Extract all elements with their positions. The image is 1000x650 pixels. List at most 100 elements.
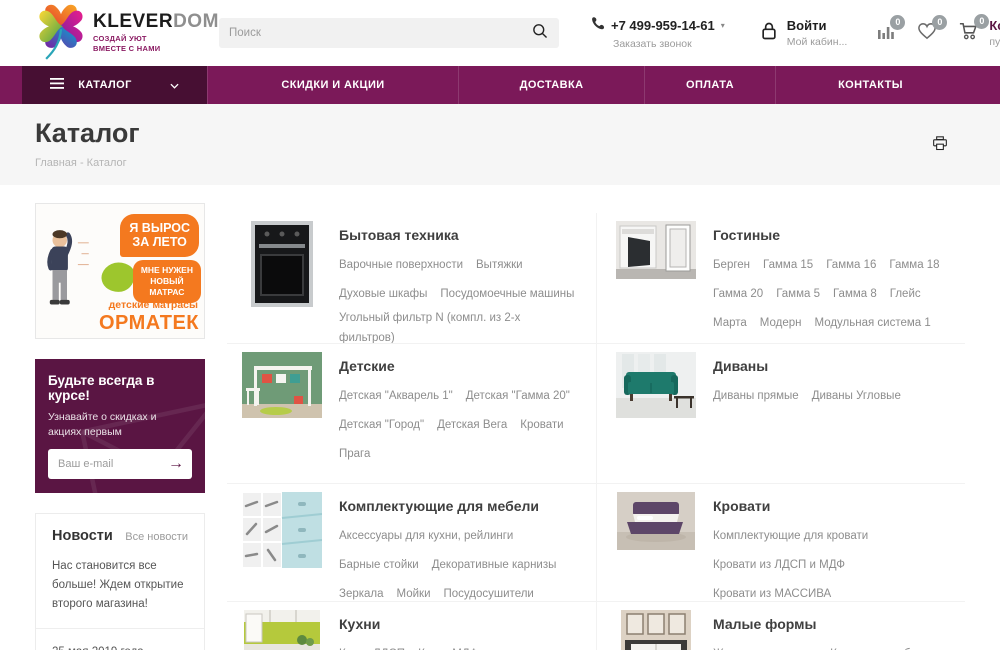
breadcrumb-current: Каталог bbox=[87, 157, 127, 169]
category-link[interactable]: Гамма 16 bbox=[826, 255, 876, 276]
category-image-bed[interactable] bbox=[615, 492, 697, 593]
callback-link[interactable]: Заказать звонок bbox=[613, 38, 725, 50]
category-link[interactable]: Посудомоечные машины bbox=[440, 284, 574, 305]
main-content: Я ВЫРОСЗА ЛЕТО МНЕ НУЖЕННОВЫЙМАТРАС детс… bbox=[0, 185, 1000, 650]
category-image-kitchen[interactable] bbox=[241, 610, 323, 650]
category-link[interactable]: Зеркала bbox=[339, 584, 384, 601]
category-link[interactable]: Берген bbox=[713, 255, 750, 276]
nav-item-payment[interactable]: ОПЛАТА bbox=[644, 66, 775, 104]
category-link[interactable]: Вытяжки bbox=[476, 255, 523, 276]
category-title[interactable]: Комплектующие для мебели bbox=[339, 498, 590, 514]
category-link[interactable]: Диваны прямые bbox=[713, 386, 799, 407]
nav-item-discounts[interactable]: СКИДКИ И АКЦИИ bbox=[207, 66, 458, 104]
search-icon[interactable] bbox=[531, 22, 549, 45]
cart-title[interactable]: Корзина bbox=[989, 18, 1000, 33]
brand-tagline: СОЗДАЙ УЮТ ВМЕСТЕ С НАМИ bbox=[93, 34, 219, 54]
login-block[interactable]: Войти Мой кабин... bbox=[759, 18, 848, 48]
category-link[interactable]: Гамма 5 bbox=[776, 284, 820, 305]
category-link[interactable]: Диваны Угловые bbox=[812, 386, 901, 407]
category-link[interactable]: Мойки bbox=[397, 584, 431, 601]
category-link[interactable]: Прага bbox=[339, 444, 370, 465]
category-link[interactable]: Гамма 20 bbox=[713, 284, 763, 305]
email-field[interactable] bbox=[48, 458, 160, 470]
category-link[interactable]: Детская "Акварель 1" bbox=[339, 386, 453, 407]
main-nav: КАТАЛОГ СКИДКИ И АКЦИИ ДОСТАВКА ОПЛАТА К… bbox=[0, 66, 1000, 104]
category-link[interactable]: Комплектующие для кровати bbox=[713, 526, 868, 547]
category-card-sofas: Диваны Диваны прямые Диваны Угловые bbox=[596, 343, 965, 483]
compare-button[interactable]: 0 bbox=[877, 22, 895, 45]
site-header: KLEVERDOM СОЗДАЙ УЮТ ВМЕСТЕ С НАМИ +7 49… bbox=[0, 0, 1000, 66]
cabinet-link[interactable]: Мой кабин... bbox=[787, 36, 848, 48]
category-image-livingroom[interactable] bbox=[615, 221, 697, 335]
category-link[interactable]: Посудосушители bbox=[444, 584, 534, 601]
lock-icon bbox=[759, 20, 779, 47]
subscribe-block: Будьте всегда в курсе! Узнавайте о скидк… bbox=[35, 359, 205, 493]
news-item[interactable]: Нас становится все больше! Ждем открытие… bbox=[52, 557, 188, 614]
login-link[interactable]: Войти bbox=[787, 18, 848, 33]
category-image-oven[interactable] bbox=[241, 221, 323, 335]
subscribe-title: Будьте всегда в курсе! bbox=[48, 373, 192, 403]
category-link[interactable]: Комоды и тумбы bbox=[830, 644, 919, 650]
nav-catalog-label: КАТАЛОГ bbox=[78, 79, 132, 91]
category-link[interactable]: Модульная система 1 bbox=[815, 313, 931, 334]
category-links: Диваны прямые Диваны Угловые bbox=[713, 381, 959, 410]
category-link[interactable]: Барные стойки bbox=[339, 555, 419, 576]
category-link[interactable]: Детская "Гамма 20" bbox=[466, 386, 570, 407]
news-item[interactable]: 25 мая 2019 года состоится открытие втор… bbox=[52, 643, 188, 650]
breadcrumb-home[interactable]: Главная bbox=[35, 157, 77, 169]
category-title[interactable]: Детские bbox=[339, 358, 590, 374]
cart-status: пуста bbox=[989, 36, 1000, 48]
header-icons: 0 0 0 bbox=[877, 21, 979, 46]
category-link[interactable]: Кровати bbox=[520, 415, 563, 436]
category-link[interactable]: Кровати из ЛДСП и МДФ bbox=[713, 555, 845, 576]
nav-item-delivery[interactable]: ДОСТАВКА bbox=[458, 66, 644, 104]
category-link[interactable]: Кухни МДФ bbox=[418, 644, 478, 650]
category-image-sideboard[interactable] bbox=[615, 610, 697, 650]
category-image-sofa[interactable] bbox=[615, 352, 697, 475]
category-link[interactable]: Модерн bbox=[760, 313, 802, 334]
cart-button[interactable]: 0 bbox=[959, 21, 979, 46]
nav-item-catalog[interactable]: КАТАЛОГ bbox=[22, 66, 207, 104]
cart-label-block[interactable]: Корзина пуста bbox=[989, 18, 1000, 48]
phone-number[interactable]: +7 499-959-14-61 bbox=[611, 18, 715, 33]
category-link[interactable]: Декоративные карнизы bbox=[432, 555, 557, 576]
category-title[interactable]: Кровати bbox=[713, 498, 959, 514]
category-link[interactable]: Детская "Город" bbox=[339, 415, 424, 436]
category-link[interactable]: Кухни ЛДСП bbox=[339, 644, 405, 650]
site-logo[interactable]: KLEVERDOM СОЗДАЙ УЮТ ВМЕСТЕ С НАМИ bbox=[35, 1, 203, 66]
category-link[interactable]: Марта bbox=[713, 313, 747, 334]
category-link[interactable]: Детская Вега bbox=[437, 415, 507, 436]
chevron-down-icon[interactable]: ▾ bbox=[721, 21, 725, 30]
category-link[interactable]: Гамма 8 bbox=[833, 284, 877, 305]
category-link[interactable]: Варочные поверхности bbox=[339, 255, 463, 276]
category-link[interactable]: Аксессуары для кухни, рейлинги bbox=[339, 526, 513, 547]
page-title: Каталог bbox=[35, 118, 965, 149]
favorites-count-badge: 0 bbox=[932, 15, 947, 30]
search-bar bbox=[219, 18, 559, 48]
category-link[interactable]: Кровати из МАССИВА bbox=[713, 584, 831, 601]
print-icon[interactable] bbox=[932, 136, 948, 156]
category-links: Варочные поверхности Вытяжки Духовые шкафы… bbox=[339, 250, 590, 343]
category-link[interactable]: Духовые шкафы bbox=[339, 284, 427, 305]
category-title[interactable]: Гостиные bbox=[713, 227, 959, 243]
category-image-hardware[interactable] bbox=[241, 492, 323, 593]
category-title[interactable]: Малые формы bbox=[713, 616, 959, 632]
category-image-kidsroom[interactable] bbox=[241, 352, 323, 475]
category-link[interactable]: Гамма 18 bbox=[889, 255, 939, 276]
category-title[interactable]: Диваны bbox=[713, 358, 959, 374]
category-links: Берген Гамма 15 Гамма 16 Гамма 18 Гамма 20 Га… bbox=[713, 250, 959, 343]
banner-brand-label: ОРМАТЕК bbox=[99, 312, 199, 335]
category-link[interactable]: Угольный фильтр N (компл. из 2-х фильтро… bbox=[339, 308, 577, 343]
ormatek-banner[interactable]: Я ВЫРОСЗА ЛЕТО МНЕ НУЖЕННОВЫЙМАТРАС детс… bbox=[35, 203, 205, 339]
category-link[interactable]: Гамма 15 bbox=[763, 255, 813, 276]
category-link[interactable]: Журнальные столы bbox=[713, 644, 817, 650]
subscribe-subtitle: Узнавайте о скидках и акциях первым bbox=[48, 410, 192, 439]
favorites-button[interactable]: 0 bbox=[917, 22, 937, 45]
search-input[interactable] bbox=[229, 27, 531, 39]
all-news-link[interactable]: Все новости bbox=[125, 531, 188, 543]
category-title[interactable]: Кухни bbox=[339, 616, 590, 632]
nav-item-contacts[interactable]: КОНТАКТЫ bbox=[775, 66, 965, 104]
subscribe-submit-button[interactable]: → bbox=[160, 449, 192, 479]
category-link[interactable]: Глейс bbox=[890, 284, 921, 305]
category-title[interactable]: Бытовая техника bbox=[339, 227, 590, 243]
